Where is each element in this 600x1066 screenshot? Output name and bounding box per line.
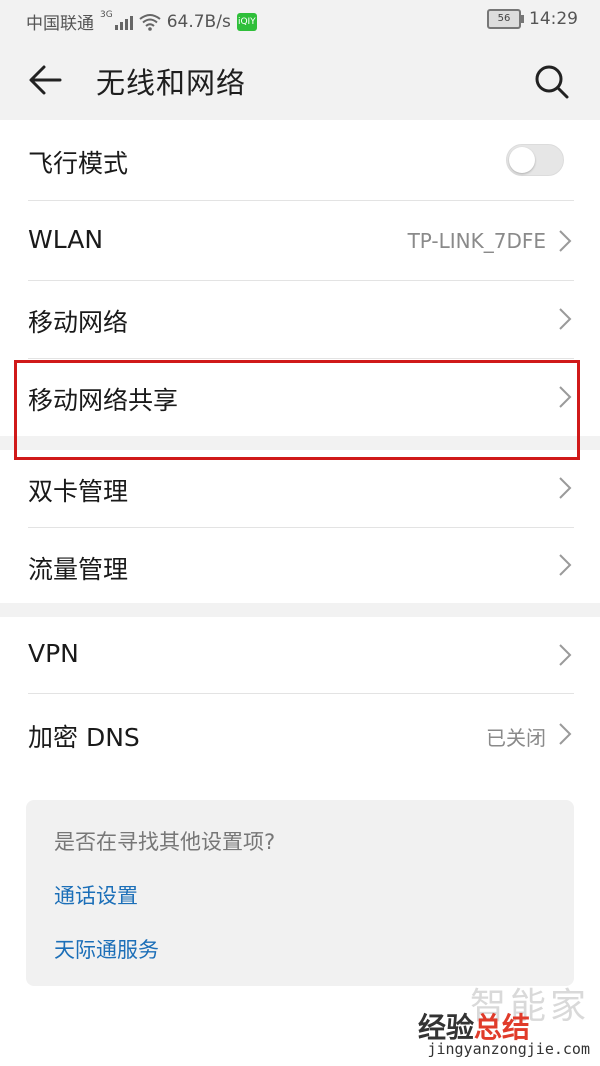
search-icon [535, 65, 569, 99]
encrypted-dns-row[interactable]: 加密 DNS 已关闭 [0, 694, 600, 774]
data-usage-row[interactable]: 流量管理 [0, 528, 600, 603]
chevron-right-icon [559, 723, 572, 745]
encrypted-dns-value: 已关闭 [486, 726, 546, 750]
suggestions-card: 是否在寻找其他设置项? 通话设置 天际通服务 [26, 800, 574, 986]
toggle-knob [509, 147, 535, 173]
page-title: 无线和网络 [96, 66, 247, 100]
chevron-right-icon [559, 230, 572, 252]
watermark-brand-b: 总结 [473, 1011, 530, 1044]
mobile-network-label: 移动网络 [28, 308, 129, 337]
watermark-brand-a: 经验 [417, 1011, 474, 1044]
airplane-mode-toggle[interactable] [506, 144, 564, 176]
network-speed: 64.7B/s [166, 11, 231, 32]
chevron-right-icon [559, 644, 572, 666]
suggestions-question: 是否在寻找其他设置项? [54, 830, 276, 854]
skytone-service-link[interactable]: 天际通服务 [54, 934, 159, 964]
app-bar: 无线和网络 [0, 40, 600, 120]
watermark-brand: 经验总结 [418, 1006, 530, 1046]
vpn-row[interactable]: VPN [0, 617, 600, 693]
back-button[interactable] [26, 62, 66, 98]
iqiyi-app-icon: iQIY [236, 12, 257, 31]
chevron-right-icon [559, 386, 572, 408]
mobile-hotspot-label: 移动网络共享 [28, 386, 179, 415]
chevron-right-icon [559, 308, 572, 330]
section-gap [0, 436, 600, 450]
encrypted-dns-label: 加密 DNS [28, 723, 140, 752]
data-usage-label: 流量管理 [28, 555, 129, 584]
chevron-right-icon [559, 554, 572, 576]
mobile-network-row[interactable]: 移动网络 [0, 281, 600, 358]
airplane-mode-label: 飞行模式 [28, 149, 129, 178]
airplane-mode-row[interactable]: 飞行模式 [0, 120, 600, 200]
clock: 14:29 [529, 9, 578, 29]
wifi-icon [139, 13, 161, 31]
watermark: 智能家 经验总结 jingyanzongjie.com [418, 988, 590, 1059]
dual-sim-label: 双卡管理 [28, 477, 129, 506]
wlan-row[interactable]: WLAN TP-LINK_7DFE [0, 201, 600, 280]
dual-sim-row[interactable]: 双卡管理 [0, 450, 600, 527]
search-button[interactable] [532, 62, 572, 102]
battery-icon: 56 [487, 9, 524, 29]
call-settings-link[interactable]: 通话设置 [54, 880, 138, 910]
vpn-label: VPN [28, 639, 79, 668]
back-arrow-icon [29, 65, 62, 95]
section-gap [0, 603, 600, 617]
chevron-right-icon [559, 477, 572, 499]
wlan-label: WLAN [28, 225, 104, 254]
carrier-name: 中国联通 [26, 14, 94, 34]
mobile-hotspot-row[interactable]: 移动网络共享 [0, 359, 600, 436]
network-type: 3G [100, 9, 113, 20]
status-bar: 中国联通 3G 64.7B/s iQIY 56 14:29 [0, 0, 600, 40]
signal-icon [114, 14, 133, 30]
wlan-value: TP-LINK_7DFE [407, 229, 546, 253]
